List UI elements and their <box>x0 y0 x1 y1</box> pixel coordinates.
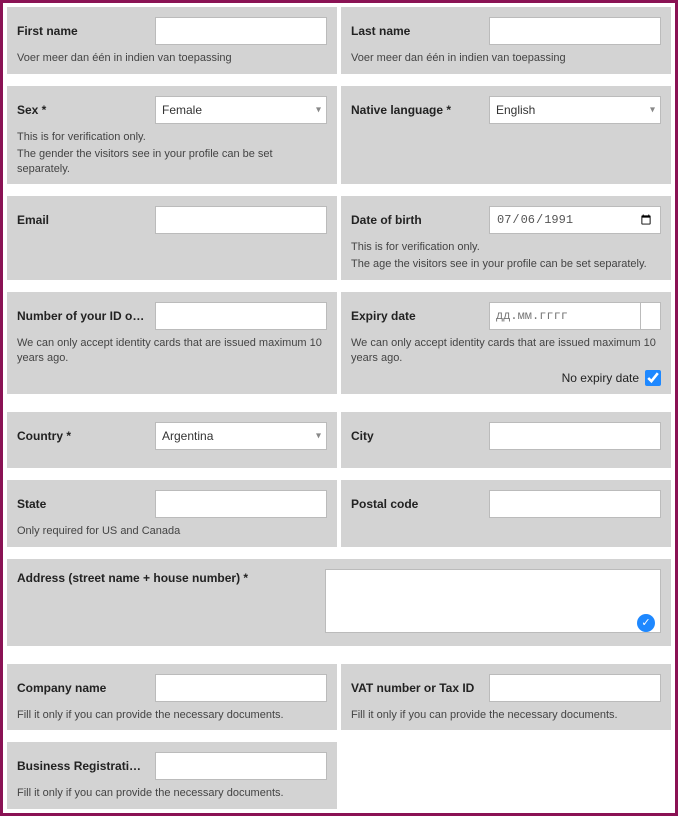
address-label: Address (street name + house number) * <box>17 569 317 585</box>
id-number-cell: Number of your ID or p… We can only acce… <box>7 292 337 394</box>
city-label: City <box>351 429 481 443</box>
empty-cell <box>341 742 671 809</box>
company-input[interactable] <box>155 674 327 702</box>
sex-hint1: This is for verification only. <box>17 130 327 145</box>
first-name-cell: First name Voer meer dan één in indien v… <box>7 7 337 74</box>
email-label: Email <box>17 213 147 227</box>
email-input[interactable] <box>155 206 327 234</box>
native-language-cell: Native language * English <box>341 86 671 185</box>
city-input[interactable] <box>489 422 661 450</box>
last-name-hint: Voer meer dan één in indien van toepassi… <box>351 51 661 66</box>
expiry-input[interactable] <box>489 302 641 330</box>
city-cell: City <box>341 412 671 468</box>
last-name-input[interactable] <box>489 17 661 45</box>
state-hint: Only required for US and Canada <box>17 524 327 539</box>
company-hint: Fill it only if you can provide the nece… <box>17 708 327 723</box>
sex-hint2: The gender the visitors see in your prof… <box>17 147 327 177</box>
vat-cell: VAT number or Tax ID Fill it only if you… <box>341 664 671 731</box>
first-name-label: First name <box>17 24 147 38</box>
no-expiry-checkbox[interactable] <box>645 370 661 386</box>
id-number-input[interactable] <box>155 302 327 330</box>
vat-hint: Fill it only if you can provide the nece… <box>351 708 661 723</box>
sex-label: Sex * <box>17 103 147 117</box>
check-icon: ✓ <box>637 614 655 632</box>
last-name-cell: Last name Voer meer dan één in indien va… <box>341 7 671 74</box>
native-language-select[interactable]: English <box>489 96 661 124</box>
postal-label: Postal code <box>351 497 481 511</box>
company-label: Company name <box>17 681 147 695</box>
postal-cell: Postal code <box>341 480 671 547</box>
state-input[interactable] <box>155 490 327 518</box>
expiry-cell: Expiry date We can only accept identity … <box>341 292 671 394</box>
dob-cell: Date of birth This is for verification o… <box>341 196 671 280</box>
sex-cell: Sex * Female This is for verification on… <box>7 86 337 185</box>
business-reg-hint: Fill it only if you can provide the nece… <box>17 786 327 801</box>
country-label: Country * <box>17 429 147 443</box>
country-cell: Country * Argentina <box>7 412 337 468</box>
business-reg-input[interactable] <box>155 752 327 780</box>
expiry-label: Expiry date <box>351 309 481 323</box>
postal-input[interactable] <box>489 490 661 518</box>
vat-label: VAT number or Tax ID <box>351 681 481 695</box>
last-name-label: Last name <box>351 24 481 38</box>
sex-select[interactable]: Female <box>155 96 327 124</box>
dob-input[interactable] <box>489 206 661 234</box>
first-name-hint: Voer meer dan één in indien van toepassi… <box>17 51 327 66</box>
expiry-hint: We can only accept identity cards that a… <box>351 336 661 366</box>
address-input[interactable] <box>325 569 661 633</box>
vat-input[interactable] <box>489 674 661 702</box>
no-expiry-label: No expiry date <box>562 371 639 385</box>
email-cell: Email <box>7 196 337 280</box>
address-cell: Address (street name + house number) * ✓ <box>7 559 671 646</box>
calendar-icon[interactable] <box>641 302 661 330</box>
business-reg-cell: Business Registration … Fill it only if … <box>7 742 337 809</box>
native-language-label: Native language * <box>351 103 481 117</box>
business-reg-label: Business Registration … <box>17 759 147 773</box>
country-select[interactable]: Argentina <box>155 422 327 450</box>
state-cell: State Only required for US and Canada <box>7 480 337 547</box>
first-name-input[interactable] <box>155 17 327 45</box>
dob-hint2: The age the visitors see in your profile… <box>351 257 661 272</box>
form-container: First name Voer meer dan één in indien v… <box>0 0 678 816</box>
state-label: State <box>17 497 147 511</box>
id-number-label: Number of your ID or p… <box>17 309 147 323</box>
company-cell: Company name Fill it only if you can pro… <box>7 664 337 731</box>
dob-label: Date of birth <box>351 213 481 227</box>
dob-hint1: This is for verification only. <box>351 240 661 255</box>
id-number-hint: We can only accept identity cards that a… <box>17 336 327 366</box>
